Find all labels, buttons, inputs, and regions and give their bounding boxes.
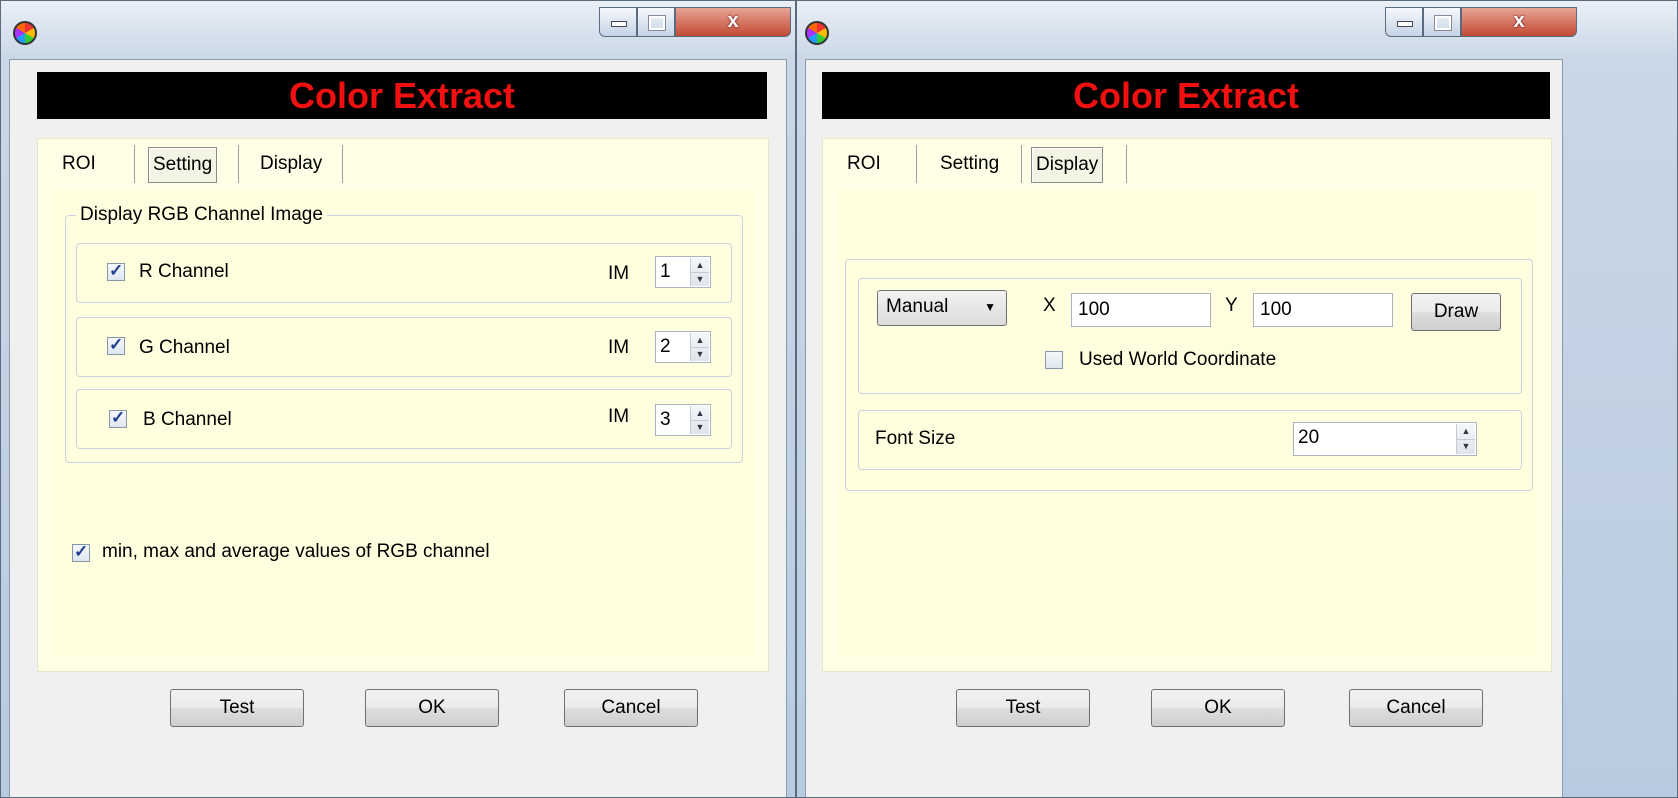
stats-checkbox[interactable] <box>72 542 90 562</box>
b-im-label: IM <box>608 406 630 427</box>
r-im-label: IM <box>608 263 630 284</box>
display-tab-content: Manual ▼ X 100 Y 100 Draw Used World Coo… <box>837 189 1537 657</box>
font-size-row: Font Size 20 ▲ ▼ <box>858 410 1522 470</box>
b-channel-checkbox[interactable] <box>109 408 127 428</box>
cancel-button[interactable]: Cancel <box>564 689 698 727</box>
minimize-button[interactable] <box>1385 7 1423 37</box>
tab-separator <box>342 145 343 183</box>
spinner-arrows[interactable]: ▲ ▼ <box>690 333 709 361</box>
close-button[interactable]: x <box>675 7 791 37</box>
coordinate-row: Manual ▼ X 100 Y 100 Draw Used World Coo… <box>858 278 1522 394</box>
b-channel-row: B Channel IM 3 ▲▼ <box>76 389 732 449</box>
spinner-arrows[interactable]: ▲ ▼ <box>1456 424 1475 454</box>
display-options-group: Manual ▼ X 100 Y 100 Draw Used World Coo… <box>845 259 1533 491</box>
g-im-value: 2 <box>660 336 671 357</box>
spinner-arrows[interactable]: ▲ ▼ <box>690 258 709 286</box>
close-button[interactable]: x <box>1461 7 1577 37</box>
spin-up-icon[interactable]: ▲ <box>691 333 709 348</box>
tab-setting[interactable]: Setting <box>936 145 1003 183</box>
tab-separator <box>916 145 917 183</box>
y-input[interactable]: 100 <box>1253 293 1393 327</box>
app-icon <box>805 21 829 45</box>
banner-title: Color Extract <box>822 72 1550 119</box>
g-im-label: IM <box>608 337 630 358</box>
dialog-client-area: Color Extract ROI Setting Display Manual… <box>805 59 1563 797</box>
x-input[interactable]: 100 <box>1071 293 1211 327</box>
mode-select-value: Manual <box>886 296 949 317</box>
font-size-label: Font Size <box>875 428 956 449</box>
tab-panel: ROI Setting Display Manual ▼ X 100 Y 100… <box>822 138 1552 672</box>
minimize-button[interactable] <box>599 7 637 37</box>
cancel-button[interactable]: Cancel <box>1349 689 1483 727</box>
g-channel-checkbox[interactable] <box>107 335 125 355</box>
right-dialog-window: x Color Extract ROI Setting Display Manu… <box>796 0 1678 798</box>
font-size-spinner[interactable]: 20 ▲ ▼ <box>1293 422 1477 456</box>
spin-up-icon[interactable]: ▲ <box>1457 424 1475 440</box>
spin-up-icon[interactable]: ▲ <box>691 258 709 273</box>
r-im-spinner[interactable]: 1 ▲ ▼ <box>655 256 711 288</box>
mode-select[interactable]: Manual ▼ <box>877 290 1007 326</box>
ok-button[interactable]: OK <box>365 689 499 727</box>
r-channel-checkbox[interactable] <box>107 261 125 281</box>
stats-label: min, max and average values of RGB chann… <box>102 541 490 562</box>
spin-down-icon[interactable]: ▼ <box>691 420 709 434</box>
tab-roi[interactable]: ROI <box>843 145 885 183</box>
world-coordinate-label: Used World Coordinate <box>1079 349 1277 370</box>
dialog-client-area: Color Extract ROI Setting Display Displa… <box>9 59 787 797</box>
b-channel-label: B Channel <box>143 409 232 430</box>
x-label: X <box>1043 295 1056 316</box>
tab-separator <box>1126 145 1127 183</box>
font-size-value: 20 <box>1298 427 1320 448</box>
group-title: Display RGB Channel Image <box>76 204 327 226</box>
tab-separator <box>238 145 239 183</box>
g-im-spinner[interactable]: 2 ▲ ▼ <box>655 331 711 363</box>
tab-display[interactable]: Display <box>1031 147 1104 183</box>
chevron-down-icon: ▼ <box>984 300 996 314</box>
test-button[interactable]: Test <box>170 689 304 727</box>
maximize-button[interactable] <box>637 7 675 37</box>
spin-down-icon[interactable]: ▼ <box>691 272 709 286</box>
draw-button[interactable]: Draw <box>1411 293 1501 331</box>
r-im-value: 1 <box>660 261 671 282</box>
test-button[interactable]: Test <box>956 689 1090 727</box>
world-coordinate-checkbox[interactable] <box>1045 351 1063 369</box>
left-dialog-window: x Color Extract ROI Setting Display Disp… <box>0 0 796 798</box>
banner-title: Color Extract <box>37 72 767 119</box>
tab-display[interactable]: Display <box>256 145 326 183</box>
title-bar[interactable]: x <box>1 1 795 59</box>
r-channel-row: R Channel IM 1 ▲▼ <box>76 243 732 303</box>
tab-setting[interactable]: Setting <box>148 147 218 183</box>
tab-separator <box>1021 145 1022 183</box>
ok-button[interactable]: OK <box>1151 689 1285 727</box>
maximize-button[interactable] <box>1423 7 1461 37</box>
b-im-value: 3 <box>660 409 671 430</box>
tab-separator <box>134 145 135 183</box>
tab-roi[interactable]: ROI <box>58 145 100 183</box>
b-im-spinner[interactable]: 3 ▲ ▼ <box>655 404 711 436</box>
r-channel-label: R Channel <box>139 261 229 282</box>
g-channel-row: G Channel IM 2 ▲▼ <box>76 317 732 377</box>
app-icon <box>13 21 37 45</box>
tab-panel: ROI Setting Display Display RGB Channel … <box>37 138 769 672</box>
y-label: Y <box>1225 295 1238 316</box>
spin-down-icon[interactable]: ▼ <box>691 347 709 361</box>
spin-up-icon[interactable]: ▲ <box>691 406 709 421</box>
setting-tab-content: Display RGB Channel Image R Channel IM 1… <box>52 189 754 657</box>
g-channel-label: G Channel <box>139 337 230 358</box>
spin-down-icon[interactable]: ▼ <box>1457 439 1475 454</box>
spinner-arrows[interactable]: ▲ ▼ <box>690 406 709 434</box>
rgb-channel-group: Display RGB Channel Image R Channel IM 1… <box>65 204 743 463</box>
title-bar[interactable]: x <box>797 1 1677 59</box>
